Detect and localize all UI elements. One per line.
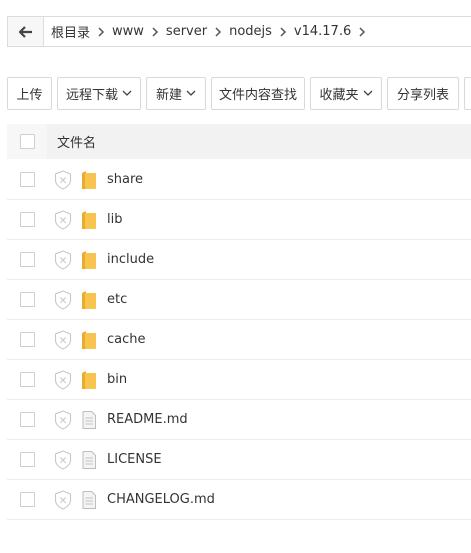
shield-icon[interactable]: [53, 169, 73, 190]
table-row[interactable]: LICENSE: [7, 440, 471, 480]
row-checkbox[interactable]: [19, 292, 35, 307]
folder-icon: [80, 210, 98, 230]
shield-icon[interactable]: [53, 209, 73, 230]
table-row[interactable]: etc: [7, 280, 471, 320]
new-button[interactable]: 新建: [146, 77, 206, 110]
chevron-down-icon: [363, 90, 373, 97]
breadcrumb-root[interactable]: 根目录: [51, 22, 90, 41]
toolbar: 上传 远程下载 新建 文件内容查找 收藏夹 分享列表: [7, 77, 471, 110]
file-name[interactable]: LICENSE: [107, 452, 162, 467]
row-check-cell: [7, 332, 47, 347]
table-row[interactable]: include: [7, 240, 471, 280]
row-checkbox[interactable]: [19, 212, 35, 227]
path-bar: 根目录 www server nodejs v14.17.6: [7, 16, 471, 47]
back-button[interactable]: [8, 17, 44, 46]
upload-label: 上传: [16, 88, 43, 103]
row-checkbox[interactable]: [19, 172, 35, 187]
select-all-checkbox[interactable]: [19, 134, 35, 149]
row-check-cell: [7, 372, 47, 387]
shield-icon[interactable]: [53, 369, 73, 390]
shield-icon[interactable]: [53, 249, 73, 270]
row-check-cell: [7, 492, 47, 507]
file-name[interactable]: share: [107, 172, 143, 187]
search-content-label: 文件内容查找: [218, 88, 297, 103]
file-name[interactable]: cache: [107, 332, 146, 347]
row-checkbox[interactable]: [19, 412, 35, 427]
folder-icon: [80, 170, 98, 190]
more-button[interactable]: [464, 77, 471, 110]
chevron-down-icon: [186, 90, 196, 97]
table-row[interactable]: lib: [7, 200, 471, 240]
favorites-button[interactable]: 收藏夹: [310, 77, 382, 110]
breadcrumb-www[interactable]: www: [112, 24, 144, 39]
favorites-label: 收藏夹: [319, 88, 359, 103]
shield-icon[interactable]: [53, 489, 73, 510]
chevron-right-icon: [144, 17, 166, 46]
chevron-right-icon: [207, 17, 229, 46]
row-checkbox[interactable]: [19, 332, 35, 347]
share-list-button[interactable]: 分享列表: [387, 77, 459, 110]
chevron-right-icon: [272, 17, 294, 46]
shield-icon[interactable]: [53, 289, 73, 310]
folder-icon: [80, 250, 98, 270]
row-checkbox[interactable]: [19, 492, 35, 507]
file-table-header: 文件名: [7, 124, 471, 159]
row-check-cell: [7, 292, 47, 307]
file-name[interactable]: include: [107, 252, 154, 267]
file-name[interactable]: lib: [107, 212, 122, 227]
column-header-name[interactable]: 文件名: [47, 132, 96, 151]
chevron-right-icon: [351, 17, 373, 46]
remote-download-button[interactable]: 远程下载: [57, 77, 141, 110]
file-name[interactable]: etc: [107, 292, 127, 307]
breadcrumb: 根目录 www server nodejs v14.17.6: [44, 17, 373, 46]
folder-icon: [80, 290, 98, 310]
chevron-right-icon: [90, 17, 112, 46]
row-check-cell: [7, 252, 47, 267]
breadcrumb-server[interactable]: server: [166, 24, 207, 39]
file-icon: [80, 490, 98, 509]
row-checkbox[interactable]: [19, 372, 35, 387]
new-label: 新建: [155, 88, 182, 103]
table-row[interactable]: cache: [7, 320, 471, 360]
table-row[interactable]: CHANGELOG.md: [7, 480, 471, 520]
file-icon: [80, 410, 98, 429]
search-content-button[interactable]: 文件内容查找: [211, 77, 305, 110]
arrow-left-icon: [18, 25, 32, 38]
shield-icon[interactable]: [53, 329, 73, 350]
row-check-cell: [7, 412, 47, 427]
table-row[interactable]: bin: [7, 360, 471, 400]
folder-icon: [80, 330, 98, 350]
row-checkbox[interactable]: [19, 452, 35, 467]
file-icon: [80, 450, 98, 469]
share-list-label: 分享列表: [396, 88, 449, 103]
breadcrumb-nodejs[interactable]: nodejs: [229, 24, 272, 39]
row-check-cell: [7, 452, 47, 467]
breadcrumb-version[interactable]: v14.17.6: [294, 24, 351, 39]
table-row[interactable]: README.md: [7, 400, 471, 440]
file-list: share lib include etc cache bin README.md LICEN…: [7, 160, 471, 520]
row-check-cell: [7, 212, 47, 227]
file-name[interactable]: CHANGELOG.md: [107, 492, 215, 507]
select-all-cell: [7, 124, 47, 159]
file-name[interactable]: bin: [107, 372, 127, 387]
shield-icon[interactable]: [53, 449, 73, 470]
file-name[interactable]: README.md: [107, 412, 188, 427]
table-row[interactable]: share: [7, 160, 471, 200]
remote-download-label: 远程下载: [65, 88, 118, 103]
row-check-cell: [7, 172, 47, 187]
folder-icon: [80, 370, 98, 390]
upload-button[interactable]: 上传: [7, 77, 52, 110]
row-checkbox[interactable]: [19, 252, 35, 267]
shield-icon[interactable]: [53, 409, 73, 430]
chevron-down-icon: [122, 90, 132, 97]
